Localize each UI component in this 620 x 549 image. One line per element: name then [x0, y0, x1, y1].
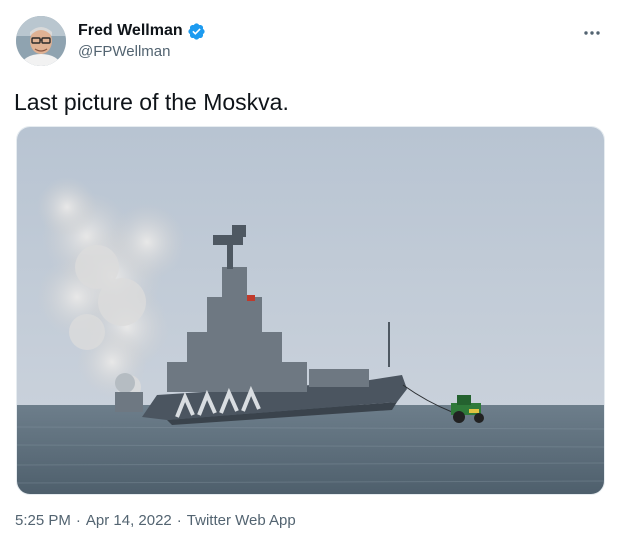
warship-sinking-photo-icon	[17, 127, 604, 494]
avatar-photo-icon	[16, 16, 66, 66]
author-display-name[interactable]: Fred Wellman	[78, 22, 183, 40]
meta-separator: ·	[176, 512, 182, 529]
verified-badge-icon	[187, 22, 206, 41]
avatar[interactable]	[16, 16, 66, 66]
meta-separator: ·	[75, 512, 81, 529]
tweet-header: Fred Wellman @FPWellman	[16, 14, 608, 70]
author-names: Fred Wellman @FPWellman	[78, 20, 206, 60]
tweet-meta: 5:25 PM · Apr 14, 2022 · Twitter Web App	[15, 512, 296, 529]
display-name-row: Fred Wellman	[78, 20, 206, 42]
tweet-time[interactable]: 5:25 PM	[15, 512, 71, 529]
tweet-text: Last picture of the Moskva.	[14, 89, 289, 115]
author-handle[interactable]: @FPWellman	[78, 43, 206, 60]
tweet-date[interactable]: Apr 14, 2022	[86, 512, 172, 529]
tweet-source[interactable]: Twitter Web App	[187, 512, 296, 529]
tweet-media[interactable]	[16, 126, 605, 495]
more-options-icon[interactable]	[580, 24, 604, 42]
